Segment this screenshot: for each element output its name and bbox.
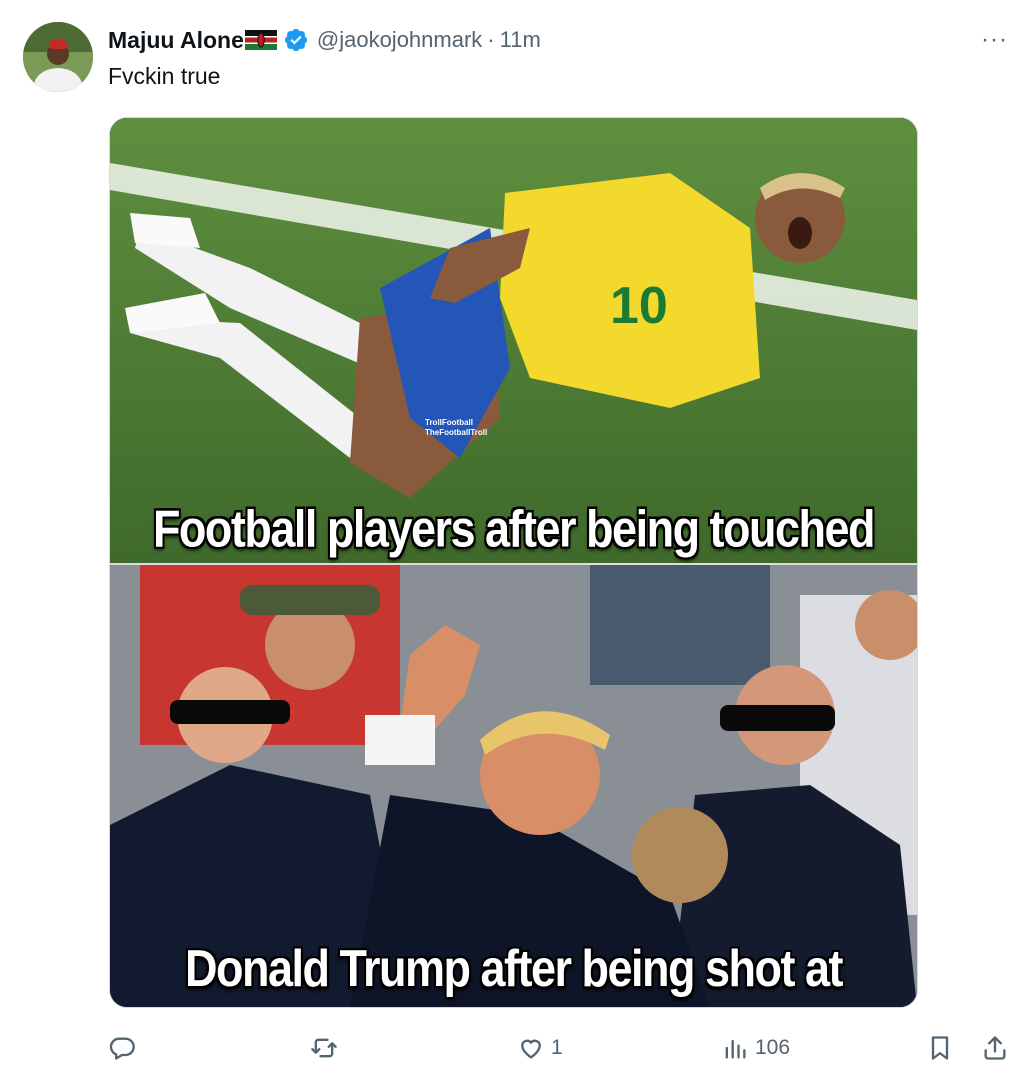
author-handle[interactable]: @jaokojohnmark xyxy=(317,27,482,53)
watermark: TrollFootball TheFootballTroll xyxy=(425,418,487,438)
meme-bottom-caption: Donald Trump after being shot at xyxy=(184,939,844,998)
bookmark-icon xyxy=(931,1036,949,1060)
reply-icon xyxy=(109,1037,135,1060)
avatar[interactable] xyxy=(23,22,93,92)
post-header: Majuu Alone @jaokojohnmark · 11m xyxy=(108,24,541,56)
repost-button[interactable] xyxy=(310,1030,344,1066)
views-count: 106 xyxy=(755,1036,791,1059)
like-icon xyxy=(521,1039,541,1059)
football-player-image: 10 xyxy=(110,118,917,563)
separator: · xyxy=(487,27,495,52)
share-button[interactable] xyxy=(981,1030,1009,1066)
post-media[interactable]: 10 TrollFootball TheFootballTroll Footba… xyxy=(109,117,918,1008)
share-icon xyxy=(984,1036,1006,1060)
post-time[interactable]: 11m xyxy=(500,27,541,53)
action-bar: 1 106 xyxy=(0,1030,1024,1066)
watermark-line1: TrollFootball xyxy=(425,418,473,427)
like-count: 1 xyxy=(551,1036,563,1059)
author-name[interactable]: Majuu Alone xyxy=(108,27,244,54)
kenya-flag-icon xyxy=(244,30,277,50)
views-icon xyxy=(725,1039,746,1059)
watermark-line2: TheFootballTroll xyxy=(425,428,488,437)
reply-button[interactable] xyxy=(108,1030,142,1066)
jersey-number: 10 xyxy=(610,277,668,335)
avatar-image xyxy=(23,22,93,92)
meme-top-panel: 10 TrollFootball TheFootballTroll Footba… xyxy=(110,118,917,563)
repost-icon xyxy=(311,1038,337,1058)
post-text: Fvckin true xyxy=(108,63,221,89)
meme-bottom-panel: Donald Trump after being shot at xyxy=(110,565,917,1007)
meme-top-caption: Football players after being touched xyxy=(152,499,876,558)
verified-icon xyxy=(284,28,307,52)
like-button[interactable]: 1 xyxy=(517,1030,563,1066)
views-button[interactable]: 106 xyxy=(721,1030,790,1066)
bookmark-button[interactable] xyxy=(926,1030,954,1066)
more-icon[interactable]: ··· xyxy=(981,26,1008,54)
